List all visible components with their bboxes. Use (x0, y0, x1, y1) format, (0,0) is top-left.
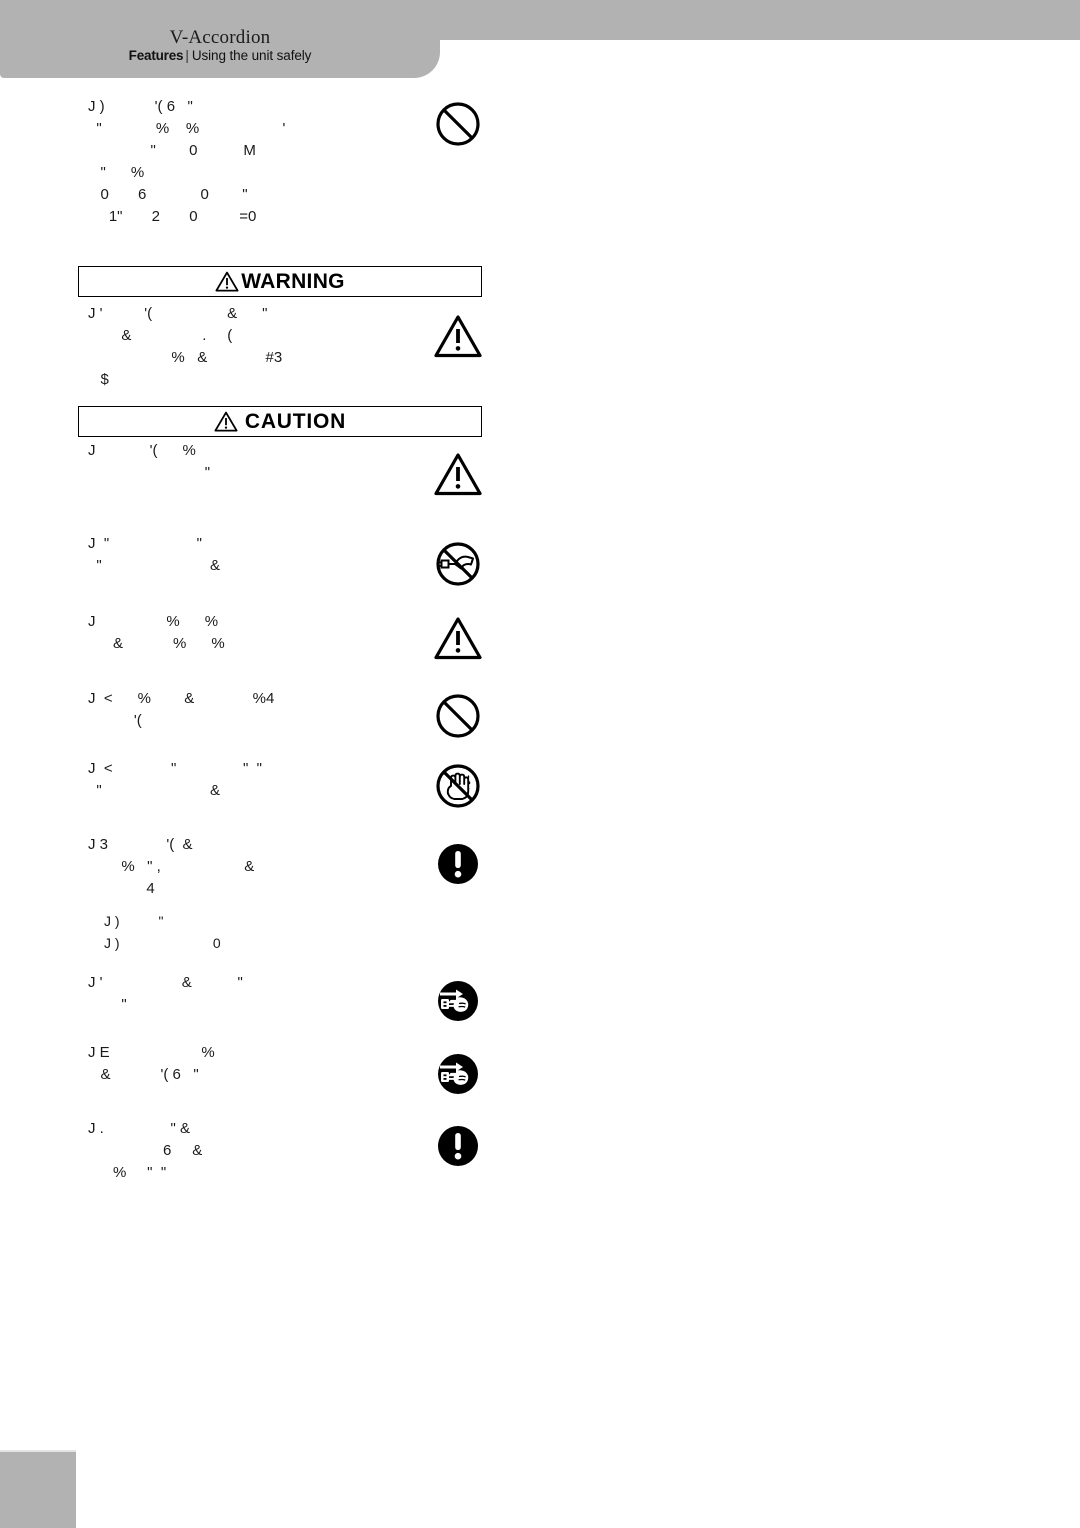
safety-text-line: 1" 2 0 =0 (88, 208, 257, 225)
caution-banner: CAUTION (78, 406, 482, 437)
safety-sub-item: J ) 0 (104, 932, 434, 954)
safety-icon-slot (432, 975, 492, 1035)
safety-text-line: " % (88, 164, 145, 181)
prohibition-circle-icon (432, 98, 484, 150)
safety-icon-slot (432, 538, 492, 598)
safety-text-line: 6 & (88, 1142, 203, 1159)
safety-text-line: J E % (88, 1044, 215, 1061)
safety-icon-slot (432, 838, 492, 898)
safety-icon-slot (432, 1048, 492, 1108)
warning-triangle-icon (432, 614, 484, 666)
safety-text-line: '( (88, 712, 142, 729)
safety-item: J % % & % % (88, 611, 418, 655)
safety-item: J ' & " " (88, 972, 418, 1016)
warning-label: WARNING (241, 270, 345, 293)
caution-label: CAUTION (244, 410, 347, 433)
safety-icon-slot (432, 760, 492, 820)
safety-item: J E % & '( 6 " (88, 1042, 418, 1086)
safety-text-line: 0 6 0 " (88, 186, 248, 203)
safety-icon-slot (432, 98, 492, 158)
mandatory-exclamation-icon (432, 1120, 484, 1172)
safety-item: J < " " " " & (88, 758, 418, 802)
warning-triangle-icon (432, 312, 484, 364)
safety-text-line: & % % (88, 635, 225, 652)
safety-text-line: " & (88, 557, 221, 574)
warning-triangle-icon (432, 450, 484, 502)
warning-triangle-icon (214, 411, 238, 432)
safety-icon-slot (432, 312, 492, 372)
safety-text-line: $ (88, 371, 109, 388)
safety-item: J < % & %4 '( (88, 688, 418, 732)
safety-text-line: & . ( (88, 327, 233, 344)
safety-item: J ' '( & " & . ( % & #3 $ (88, 303, 418, 391)
safety-sub-item: J ) " (104, 910, 434, 932)
unplug-outlet-icon (432, 1048, 484, 1100)
safety-text-line: J '( % (88, 442, 196, 459)
safety-item: J . " & 6 & % " " (88, 1118, 418, 1184)
safety-text-line: J % % (88, 613, 219, 630)
safety-text-line: % & #3 (88, 349, 283, 366)
footer-corner-block (0, 1450, 76, 1528)
prohibition-circle-icon (432, 690, 484, 742)
warning-banner: WARNING (78, 266, 482, 297)
safety-text-line: J < % & %4 (88, 690, 275, 707)
safety-text-line: " (88, 464, 211, 481)
safety-icon-slot (432, 1120, 492, 1180)
safety-text-line: " 0 M (88, 142, 256, 159)
safety-text-line: " & (88, 782, 221, 799)
safety-text-line: J " " (88, 535, 203, 552)
no-plug-bend-icon (432, 538, 484, 590)
safety-text-line: J < " " " (88, 760, 262, 777)
warning-triangle-icon (215, 271, 239, 292)
safety-item: J 3 '( & % " , & 4 (88, 834, 418, 900)
safety-item: J " " " & (88, 533, 418, 577)
safety-text-line: % " , & (88, 858, 255, 875)
safety-icon-slot (432, 450, 492, 510)
safety-text-line: J ) '( 6 " (88, 98, 193, 115)
safety-text-line: " (88, 996, 127, 1013)
unplug-outlet-icon (432, 975, 484, 1027)
safety-icon-slot (432, 690, 492, 750)
safety-text-line: " % % ' (88, 120, 286, 137)
safety-text-line: % " " (88, 1164, 167, 1181)
safety-text-line: J . " & (88, 1120, 191, 1137)
safety-text-line: & '( 6 " (88, 1066, 199, 1083)
safety-icon-slot (432, 614, 492, 674)
mandatory-exclamation-icon (432, 838, 484, 890)
safety-text-line: J ' & " (88, 974, 243, 991)
safety-content: WARNING CAUTION J ) '( 6 " " % % ' " 0 M… (0, 0, 1080, 1528)
safety-text-line: J 3 '( & (88, 836, 193, 853)
safety-text-line: J ) 0 (104, 935, 221, 951)
safety-item: J '( % " (88, 440, 418, 484)
safety-text-line: J ' '( & " (88, 305, 268, 322)
safety-text-line: 4 (88, 880, 155, 897)
no-wet-hands-icon (432, 760, 484, 812)
safety-text-line: J ) " (104, 913, 164, 929)
safety-item: J ) '( 6 " " % % ' " 0 M " % 0 6 0 " 1" … (88, 96, 418, 228)
